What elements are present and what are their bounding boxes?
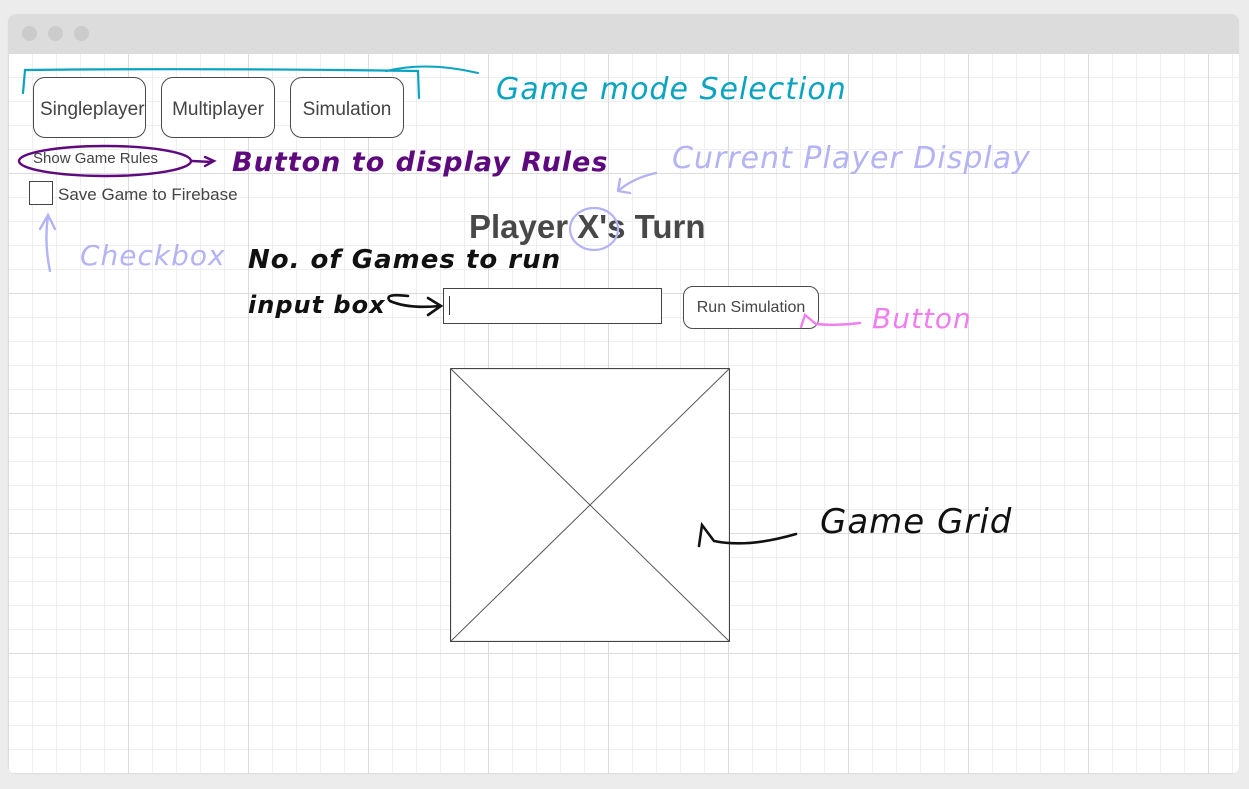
singleplayer-button[interactable]: Singleplayer [33,77,146,138]
game-mode-pointer [385,65,479,74]
close-window-dot[interactable] [22,26,37,41]
games-count-input[interactable] [443,288,662,324]
title-bar [8,14,1239,53]
annotation-button: Button [872,302,972,335]
maximize-window-dot[interactable] [74,26,89,41]
show-game-rules-button[interactable]: Show Game Rules [33,150,158,167]
annotation-checkbox: Checkbox [80,239,226,272]
game-grid[interactable] [449,367,731,643]
minimize-window-dot[interactable] [48,26,63,41]
browser-window: Singleplayer Multiplayer Simulation Show… [8,14,1239,774]
annotation-input-box: input box [248,291,386,319]
save-game-label: Save Game to Firebase [58,185,238,204]
input-arrow [387,293,444,317]
run-simulation-button[interactable]: Run Simulation [683,286,819,329]
simulation-button[interactable]: Simulation [290,77,404,138]
current-player-display: Player X's Turn [469,208,706,245]
annotation-games-count: No. of Games to run [248,245,562,275]
text-caret [449,296,450,315]
rules-arrow [190,155,217,168]
image-placeholder-icon [449,367,731,643]
save-game-checkbox[interactable] [29,181,53,205]
wireframe-canvas: Singleplayer Multiplayer Simulation Show… [8,53,1239,774]
checkbox-arrow [38,212,57,273]
annotation-player-display: Current Player Display [672,141,1031,176]
annotation-game-mode: Game mode Selection [496,72,847,107]
annotation-game-grid: Game Grid [820,502,1013,542]
annotation-rules: Button to display Rules [232,147,609,178]
player-arrow [616,171,658,195]
multiplayer-button[interactable]: Multiplayer [161,77,275,138]
